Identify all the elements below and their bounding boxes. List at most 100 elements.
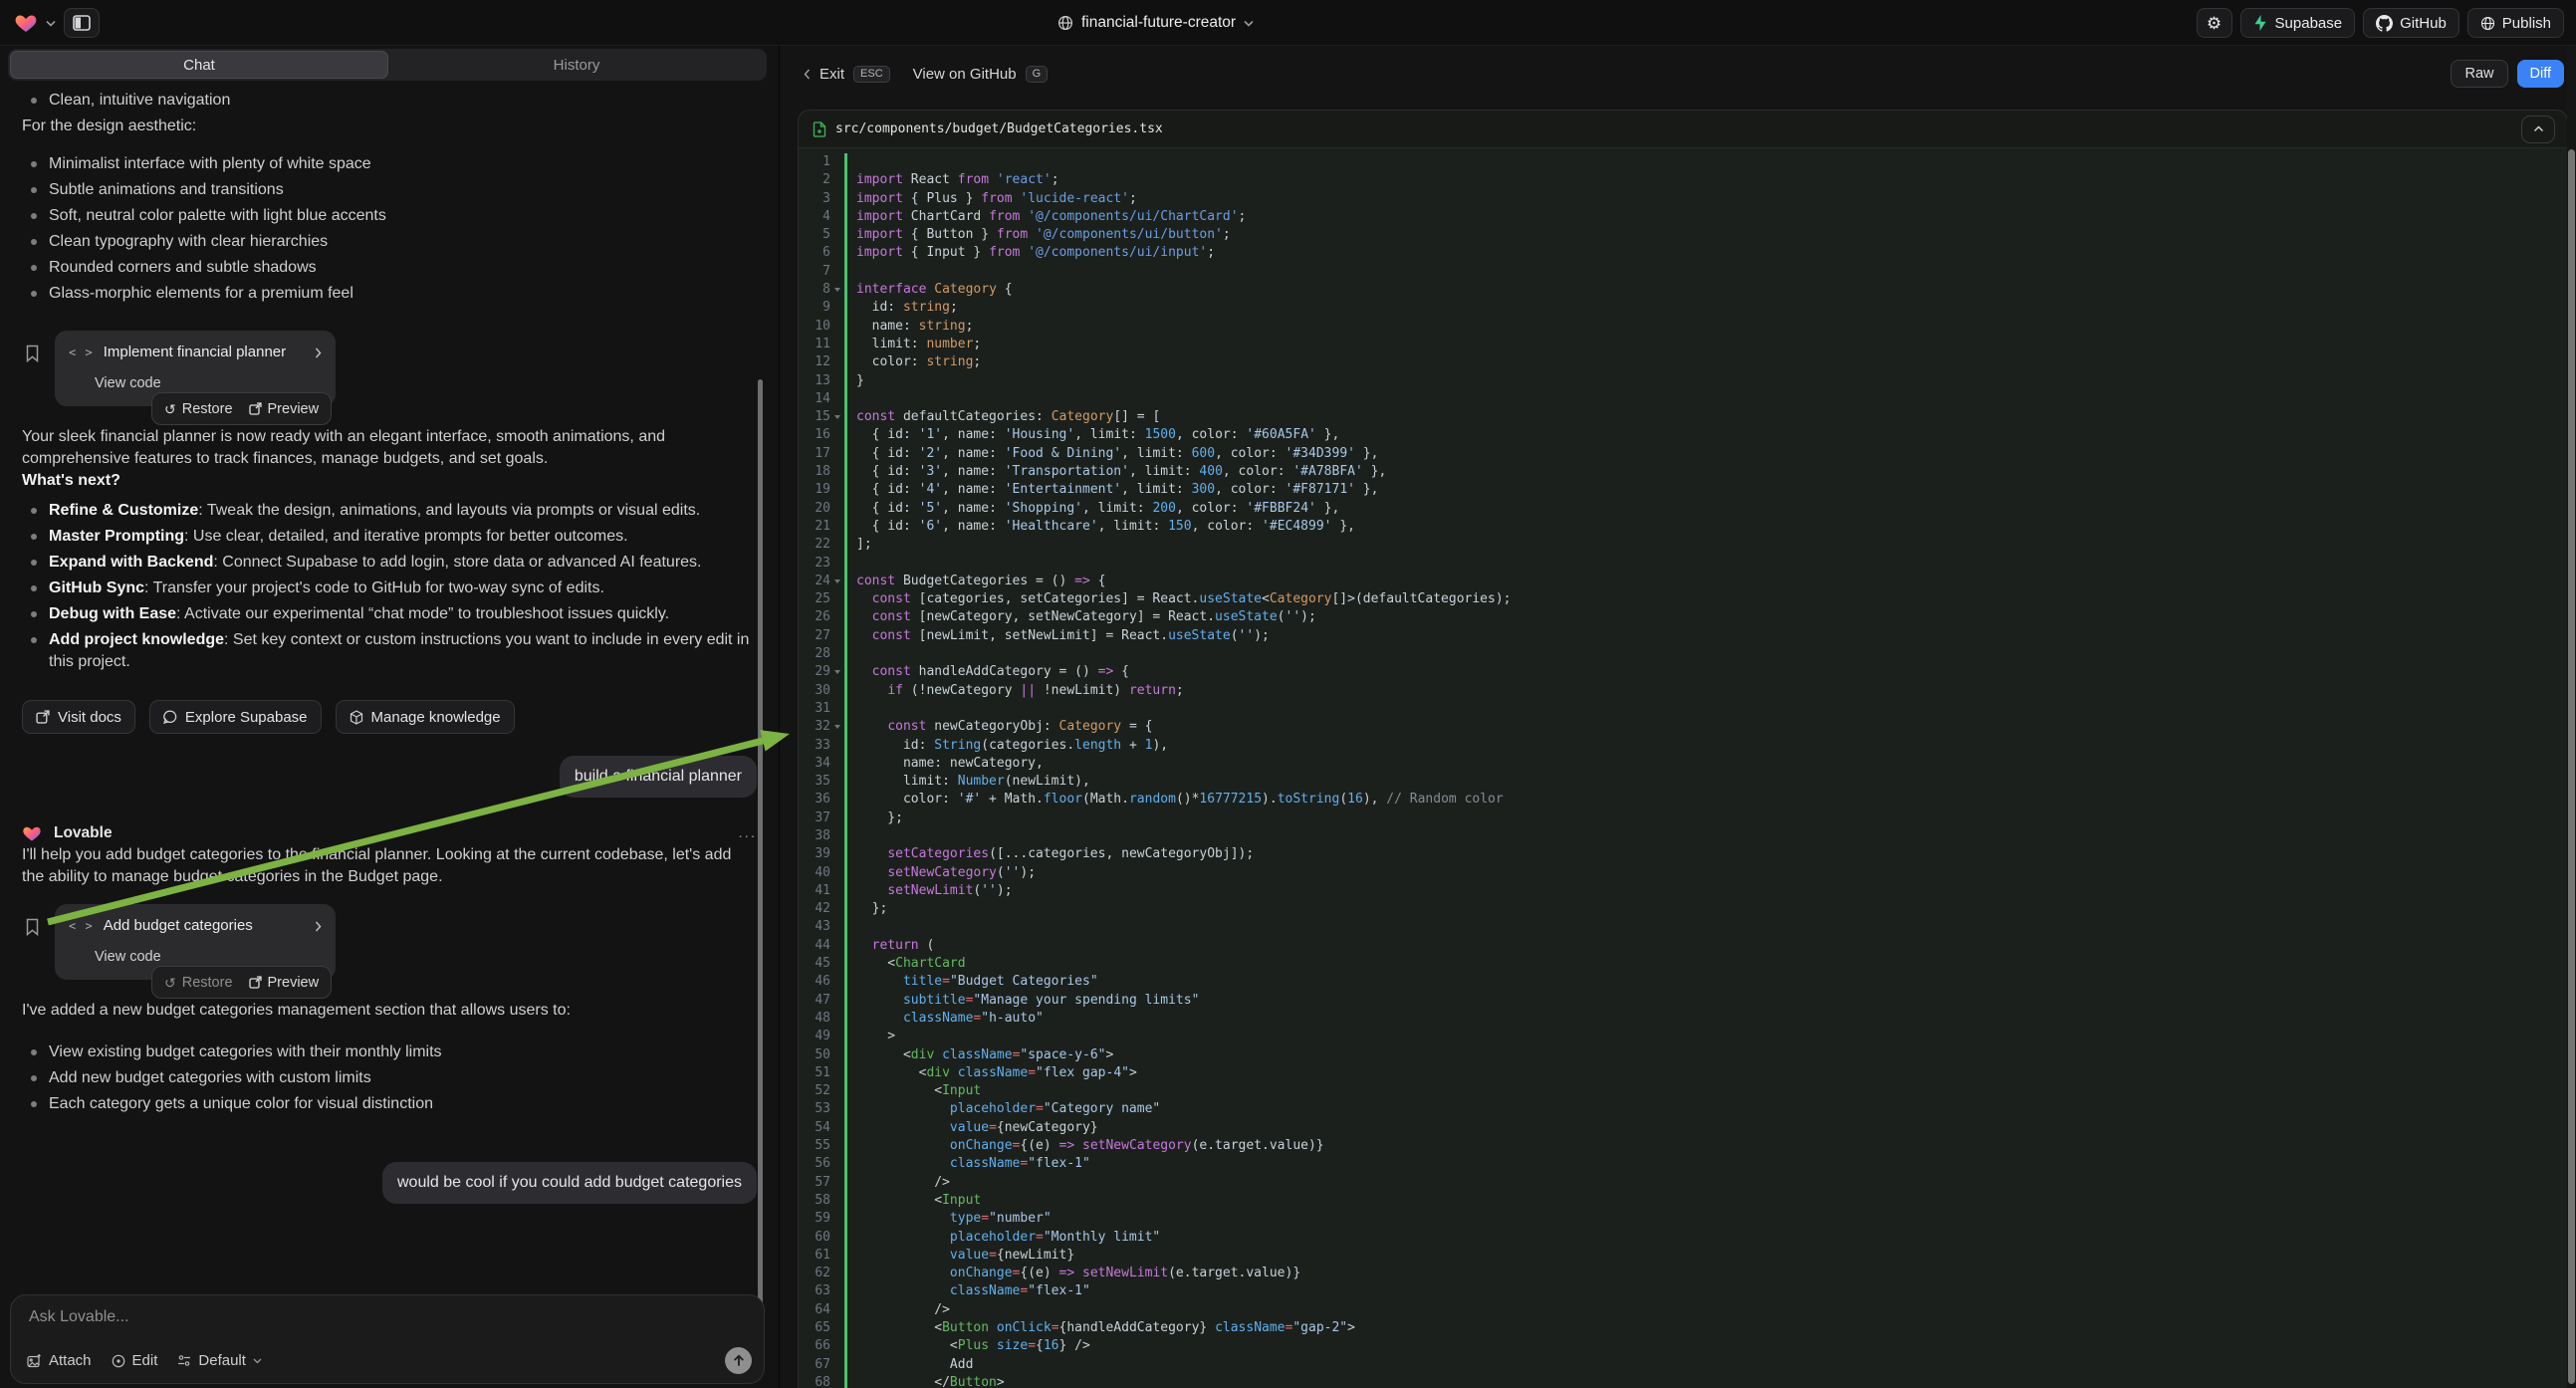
code-line: 17 { id: '2', name: 'Food & Dining', lim… [799,445,2567,463]
user-message-bubble: would be cool if you could add budget ca… [382,1162,757,1204]
code-line: 16 { id: '1', name: 'Housing', limit: 15… [799,426,2567,444]
settings-button[interactable]: ⚙ [2197,8,2232,38]
view-code-link[interactable]: View code [95,372,322,394]
tab-history[interactable]: History [388,51,765,79]
visit-docs-button[interactable]: Visit docs [22,700,135,734]
code-text: </Button> [844,1374,2567,1388]
code-text: id: String(categories.length + 1), [844,737,2567,755]
tab-chat[interactable]: Chat [10,51,388,79]
chat-input[interactable] [29,1308,746,1326]
github-button[interactable]: GitHub [2363,8,2459,38]
assistant-name: Lovable [54,822,113,844]
chevron-down-icon [253,1358,262,1364]
fold-gutter [830,1174,844,1192]
code-text: interface Category { [844,281,2567,299]
project-name: financial-future-creator [1081,14,1236,32]
line-number: 59 [799,1210,830,1228]
code-text: setNewCategory(''); [844,864,2567,882]
code-text [844,645,2567,663]
line-number: 40 [799,864,830,882]
edit-button[interactable]: Edit [112,1352,158,1369]
fold-chevron-icon[interactable] [830,573,844,590]
fold-chevron-icon[interactable] [830,281,844,299]
fold-gutter [830,299,844,317]
line-number: 39 [799,845,830,863]
supabase-bolt-icon [2253,15,2268,31]
code-text: /> [844,1174,2567,1192]
line-number: 36 [799,791,830,809]
fold-gutter [830,481,844,499]
fold-gutter [830,1374,844,1388]
list-item: Subtle animations and transitions [22,179,757,201]
line-number: 56 [799,1155,830,1173]
preview-button[interactable]: Preview [249,398,320,420]
send-button[interactable] [725,1347,752,1374]
diff-toggle-button[interactable]: Diff [2517,60,2565,88]
line-number: 41 [799,882,830,900]
fold-gutter [830,900,844,918]
bookmark-icon[interactable] [25,918,40,936]
line-number: 45 [799,955,830,973]
code-line: 44 return ( [799,937,2567,955]
preview-button[interactable]: Preview [249,972,320,994]
code-line: 62 onChange={(e) => setNewLimit(e.target… [799,1265,2567,1282]
code-text: { id: '4', name: 'Entertainment', limit:… [844,481,2567,499]
fold-gutter [830,226,844,244]
code-text: } [844,372,2567,390]
lovable-logo-heart-icon[interactable] [14,11,38,35]
bookmark-icon[interactable] [25,345,40,362]
step-desc: : Transfer your project's code to GitHub… [144,579,604,596]
fold-gutter [830,918,844,936]
code-text [844,700,2567,718]
code-line: 37 }; [799,810,2567,827]
fold-chevron-icon[interactable] [830,408,844,426]
code-line: 47 subtitle="Manage your spending limits… [799,992,2567,1010]
user-message-bubble: build a financial planner [560,756,757,798]
fold-gutter [830,555,844,573]
code-line: 18 { id: '3', name: 'Transportation', li… [799,463,2567,481]
code-line: 31 [799,700,2567,718]
workspace-chevron-down-icon[interactable] [46,20,56,27]
code-text: id: string; [844,299,2567,317]
fold-chevron-icon[interactable] [830,718,844,736]
project-switcher[interactable]: financial-future-creator [1057,0,1254,46]
restore-button[interactable]: ↺ Restore [164,972,233,994]
restore-button[interactable]: ↺ Restore [164,398,233,420]
list-item: Expand with Backend: Connect Supabase to… [22,552,757,574]
code-text [844,918,2567,936]
attach-button[interactable]: Attach [27,1352,92,1369]
code-line: 32 const newCategoryObj: Category = { [799,718,2567,736]
code-text: import ChartCard from '@/components/ui/C… [844,208,2567,226]
list-item: Clean typography with clear hierarchies [22,231,757,253]
sidebar-toggle-button[interactable] [64,8,100,38]
fold-gutter [830,864,844,882]
page-scrollbar-thumb[interactable] [2568,149,2575,1384]
code-line: 19 { id: '4', name: 'Entertainment', lim… [799,481,2567,499]
page-scrollbar[interactable] [2567,46,2576,1388]
line-number: 23 [799,555,830,573]
view-code-link[interactable]: View code [95,946,322,968]
explore-supabase-button[interactable]: Explore Supabase [149,700,322,734]
chat-scrollbar-thumb[interactable] [758,379,763,1337]
collapse-file-button[interactable] [2521,116,2555,143]
file-header[interactable]: src/components/budget/BudgetCategories.t… [799,111,2567,148]
composer: Attach Edit Default [10,1294,765,1384]
view-on-github-button[interactable]: View on GitHub [913,66,1017,83]
line-number: 9 [799,299,830,317]
exit-button[interactable]: Exit [820,66,844,83]
line-number: 58 [799,1192,830,1210]
code-lines[interactable]: 1 2import React from 'react';3import { P… [799,148,2567,1388]
supabase-button[interactable]: Supabase [2240,8,2356,38]
fold-chevron-icon[interactable] [830,663,844,681]
chevron-left-icon[interactable] [804,69,811,80]
chat-messages[interactable]: Clean, intuitive navigation For the desi… [0,86,779,1290]
mode-selector[interactable]: Default [177,1352,262,1369]
publish-button[interactable]: Publish [2467,8,2564,38]
raw-toggle-button[interactable]: Raw [2451,60,2507,88]
step-title: Master Prompting [49,528,184,545]
publish-globe-icon [2480,16,2495,31]
arrow-up-icon [733,1354,745,1367]
list-item: Master Prompting: Use clear, detailed, a… [22,526,757,548]
more-options-button[interactable]: ... [738,822,757,844]
manage-knowledge-button[interactable]: Manage knowledge [336,700,515,734]
